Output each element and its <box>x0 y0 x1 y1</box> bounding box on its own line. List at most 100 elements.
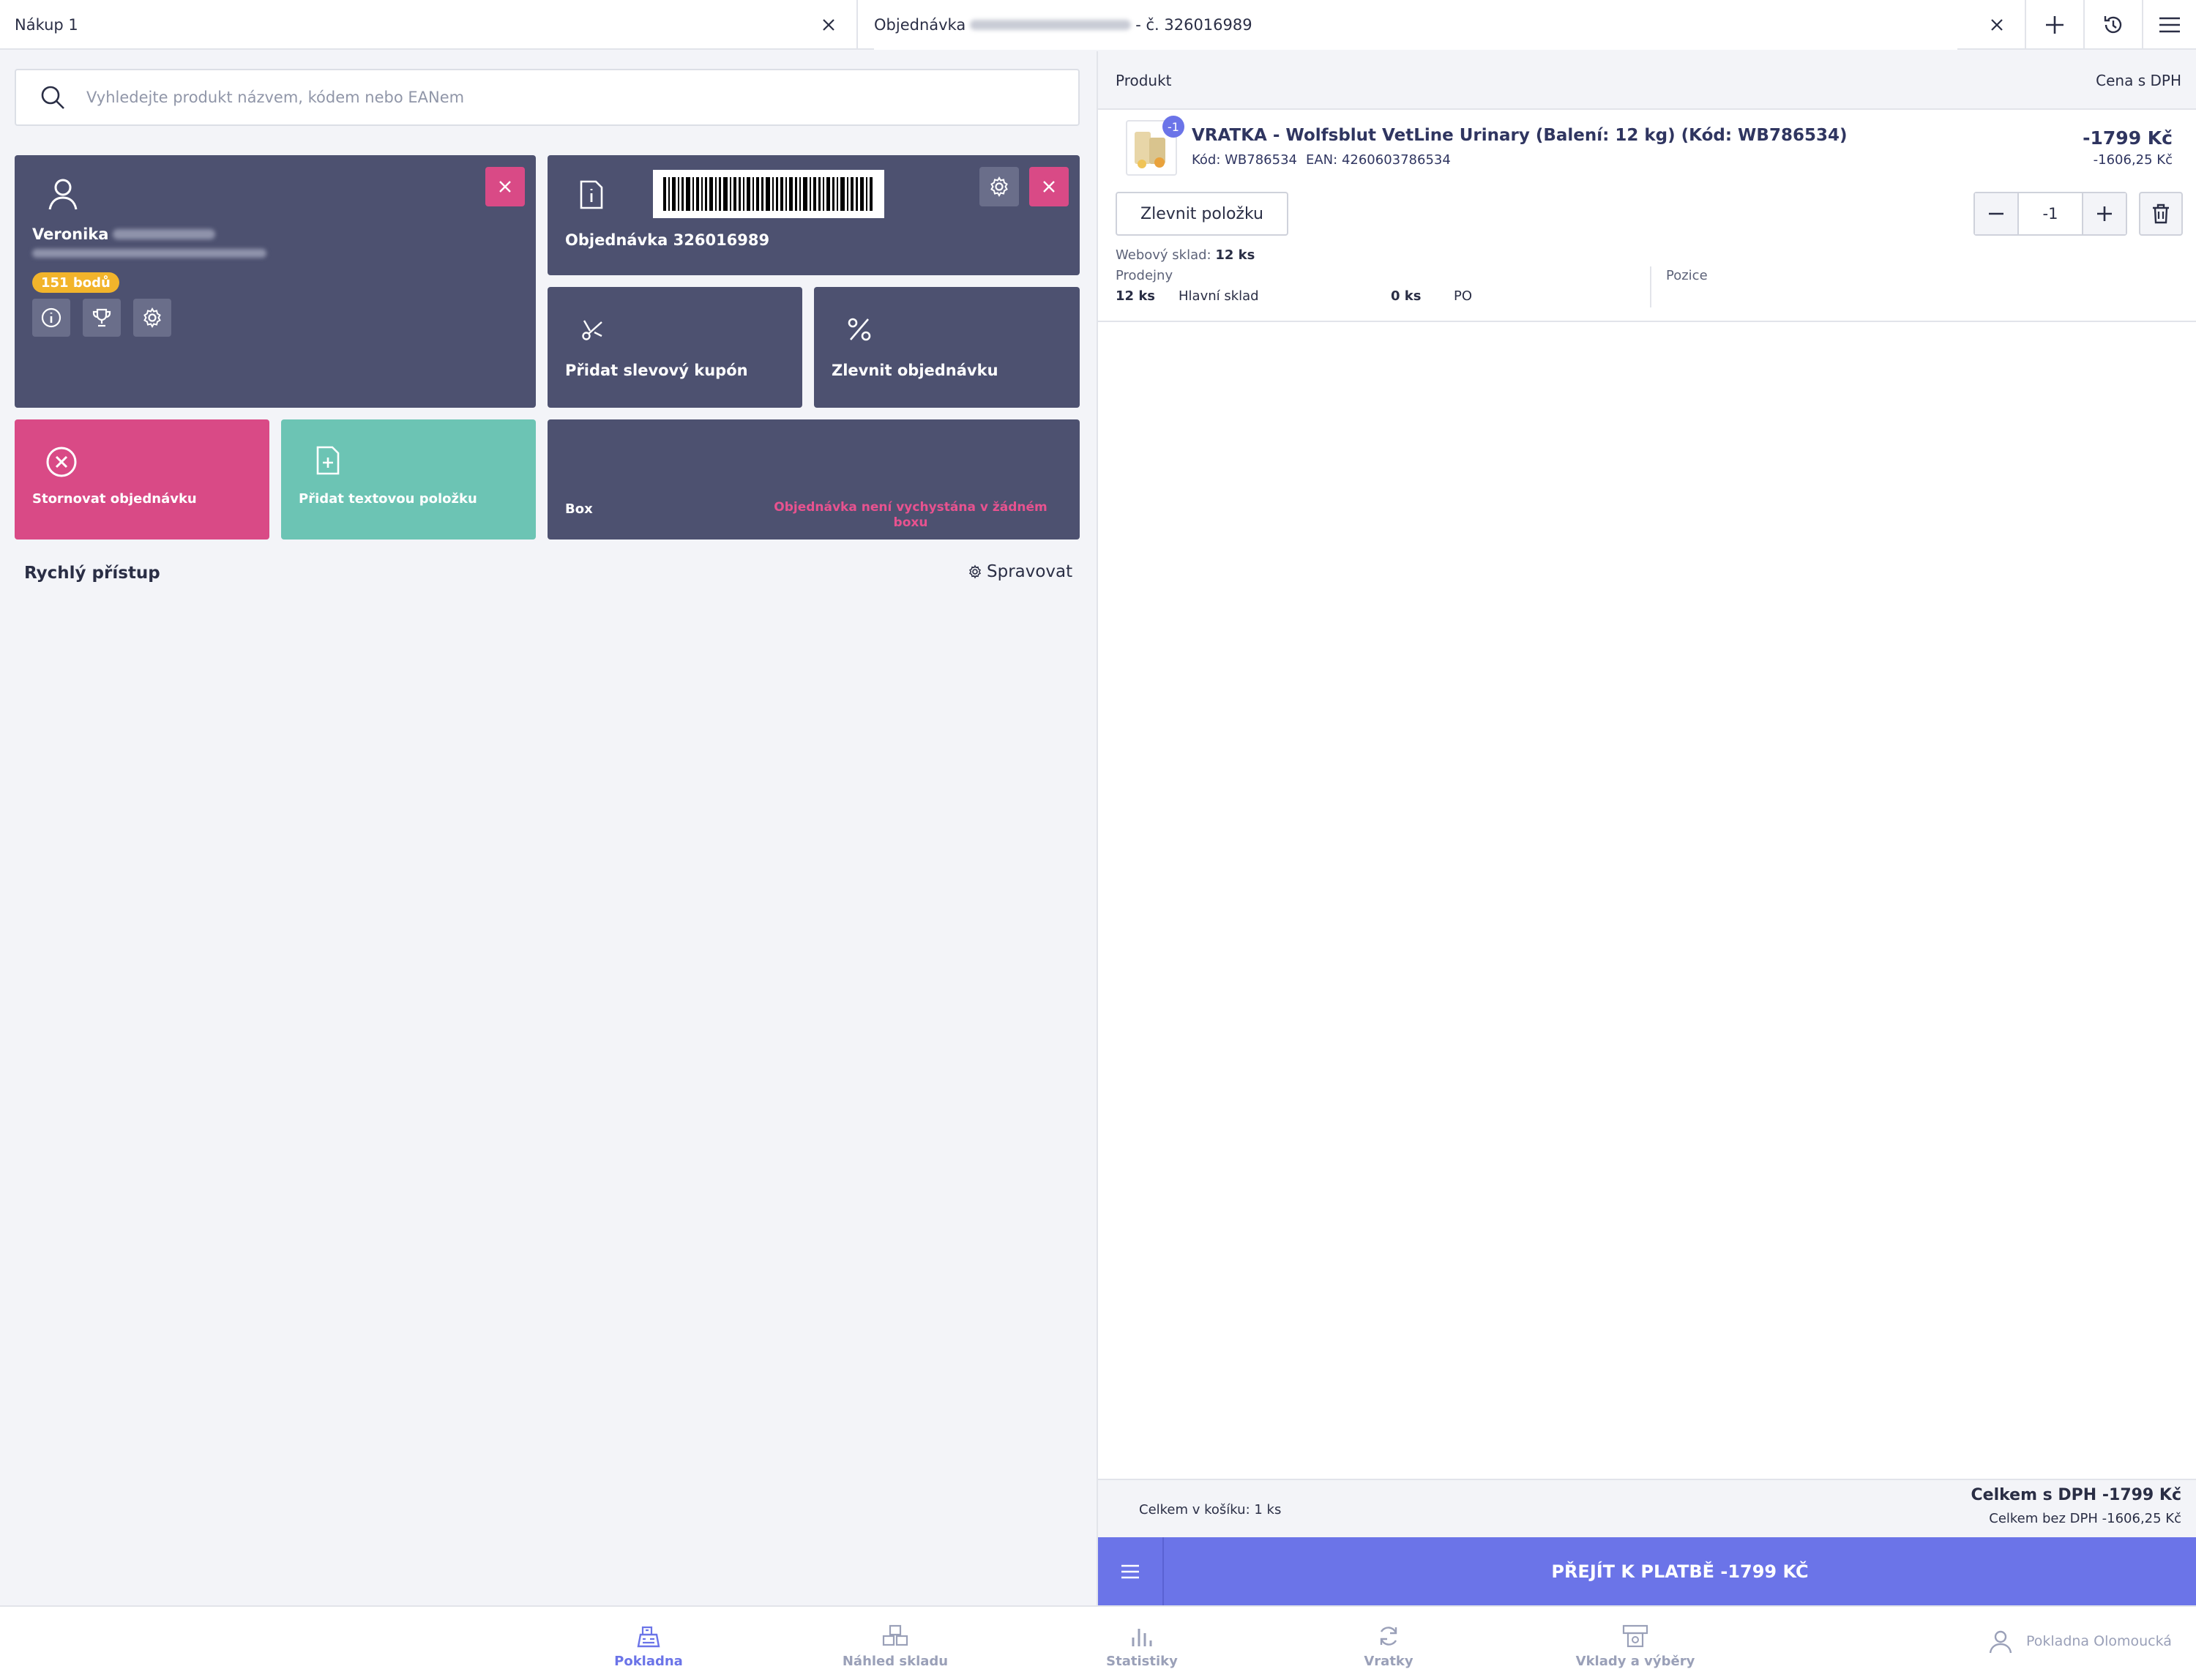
trash-icon <box>2153 204 2169 224</box>
product-search <box>15 69 1080 126</box>
add-text-item-tile[interactable]: Přidat textovou položku <box>281 419 536 540</box>
add-coupon-label: Přidat slevový kupón <box>565 362 748 379</box>
increase-quantity-button[interactable] <box>2082 193 2126 234</box>
remove-item-button[interactable] <box>2139 192 2183 236</box>
nav-vratky[interactable]: Vratky <box>1315 1624 1462 1669</box>
store-stock-row: 12 ks Hlavní sklad 0 ks PO <box>1116 288 1525 304</box>
close-tab-1-button[interactable] <box>814 10 843 40</box>
cart-summary: Celkem v košíku: 1 ks Celkem s DPH -1799… <box>1098 1479 2196 1537</box>
cart-menu-button[interactable] <box>1098 1537 1164 1605</box>
cart-header: Produkt Cena s DPH <box>1098 51 2196 110</box>
customer-info-button[interactable] <box>32 299 70 337</box>
product-name[interactable]: VRATKA - Wolfsblut VetLine Urinary (Bale… <box>1192 126 1847 145</box>
close-icon <box>1991 19 2003 31</box>
remove-customer-button[interactable] <box>485 167 525 206</box>
tab-order[interactable]: Objednávka - č. 326016989 <box>874 0 1957 50</box>
divider <box>1650 266 1651 307</box>
decrease-quantity-button[interactable] <box>1975 193 2019 234</box>
new-tab-button[interactable] <box>2025 0 2083 50</box>
cash-register-icon <box>637 1626 660 1648</box>
hamburger-icon <box>1121 1564 1139 1578</box>
discount-item-button[interactable]: Zlevnit položku <box>1116 192 1288 236</box>
bottom-navigation: Pokladna Náhled skladu Statistiky Vratky… <box>0 1605 2196 1680</box>
user-icon <box>1989 1630 2012 1654</box>
add-coupon-tile[interactable]: Přidat slevový kupón <box>548 287 802 408</box>
nav-label: Pokladna <box>614 1654 683 1669</box>
box-label: Box <box>565 501 593 517</box>
box-tile[interactable]: Box Objednávka není vychystána v žádném … <box>548 419 1080 540</box>
customer-name: Veronika <box>32 225 220 243</box>
boxes-icon <box>882 1624 908 1646</box>
menu-button[interactable] <box>2142 0 2196 50</box>
discount-order-label: Zlevnit objednávku <box>832 362 998 379</box>
add-text-item-label: Přidat textovou položku <box>299 491 477 507</box>
gear-icon <box>968 564 982 579</box>
tab-divider <box>856 0 858 50</box>
cart-item: -1 VRATKA - Wolfsblut VetLine Urinary (B… <box>1098 110 2196 322</box>
register-selector[interactable]: Pokladna Olomoucká <box>1988 1629 2172 1654</box>
customer-loyalty-button[interactable] <box>83 299 121 337</box>
store2-qty: 0 ks <box>1391 288 1422 304</box>
search-icon <box>41 86 64 109</box>
web-stock-value: 12 ks <box>1215 247 1255 263</box>
item-price: -1799 Kč <box>2083 127 2173 149</box>
product-codes: Kód: WB786534 EAN: 4260603786534 <box>1192 152 1451 168</box>
user-icon <box>48 179 78 210</box>
redacted-surname <box>113 229 216 239</box>
scissors-icon <box>582 320 602 340</box>
points-badge: 151 bodů <box>32 272 119 293</box>
stores-label: Prodejny <box>1116 268 1173 283</box>
store-name: Hlavní sklad <box>1179 288 1259 304</box>
nav-pokladna[interactable]: Pokladna <box>575 1624 722 1669</box>
minus-icon <box>1989 212 2003 215</box>
tab-label: Nákup 1 <box>15 16 78 34</box>
plus-icon <box>2046 16 2064 34</box>
register-name: Pokladna Olomoucká <box>2026 1633 2172 1649</box>
total-with-vat: Celkem s DPH -1799 Kč <box>1971 1486 2181 1504</box>
order-title: Objednávka 326016989 <box>565 231 770 249</box>
cancel-order-tile[interactable]: Stornovat objednávku <box>15 419 269 540</box>
box-status: Objednávka není vychystána v žádném boxu <box>774 500 1047 530</box>
store-qty: 12 ks <box>1116 288 1155 304</box>
column-product: Produkt <box>1116 72 1172 89</box>
customer-settings-button[interactable] <box>133 299 171 337</box>
nav-nahled-skladu[interactable]: Náhled skladu <box>822 1624 968 1669</box>
atm-icon <box>1622 1624 1648 1648</box>
quantity-stepper: -1 <box>1973 192 2127 236</box>
file-info-icon <box>580 180 603 209</box>
tab-nakup-1[interactable]: Nákup 1 <box>15 0 78 50</box>
proceed-to-payment-button[interactable]: PŘEJÍT K PLATBĚ -1799 KČ <box>1164 1537 2196 1605</box>
refresh-icon <box>1380 1627 1397 1646</box>
gear-icon <box>990 176 1008 198</box>
close-tab-2-button[interactable] <box>1982 10 2012 40</box>
nav-label: Vklady a výběry <box>1575 1654 1695 1669</box>
barcode-image <box>653 170 884 218</box>
manage-label: Spravovat <box>987 562 1073 581</box>
nav-statistiky[interactable]: Statistiky <box>1069 1624 1215 1669</box>
gear-icon <box>143 307 161 329</box>
order-tile[interactable]: Objednávka 326016989 <box>548 155 1080 275</box>
nav-vklady-a-vybery[interactable]: Vklady a výběry <box>1562 1624 1708 1669</box>
file-plus-icon <box>316 446 340 475</box>
quantity-input[interactable]: -1 <box>2019 193 2082 234</box>
item-price-without-vat: -1606,25 Kč <box>2093 152 2173 168</box>
customer-tile[interactable]: Veronika 151 bodů <box>15 155 536 408</box>
order-settings-button[interactable] <box>979 167 1019 206</box>
history-button[interactable] <box>2083 0 2142 50</box>
manage-quick-access-button[interactable]: Spravovat <box>968 562 1072 581</box>
close-icon <box>499 181 511 193</box>
total-without-vat: Celkem bez DPH -1606,25 Kč <box>1989 1511 2181 1526</box>
info-icon <box>41 307 61 328</box>
redacted-customer-name <box>970 20 1132 30</box>
redacted-email <box>32 249 266 258</box>
close-order-button[interactable] <box>1029 167 1069 206</box>
tab-label: Objednávka <box>874 16 966 34</box>
trophy-icon <box>92 308 111 327</box>
column-price: Cena s DPH <box>2096 72 2181 89</box>
store2-name: PO <box>1454 288 1473 304</box>
discount-order-tile[interactable]: Zlevnit objednávku <box>814 287 1080 408</box>
search-input[interactable] <box>86 89 1078 106</box>
quick-access-title: Rychlý přístup <box>24 564 160 583</box>
close-icon <box>1043 181 1055 193</box>
nav-label: Náhled skladu <box>842 1654 949 1669</box>
